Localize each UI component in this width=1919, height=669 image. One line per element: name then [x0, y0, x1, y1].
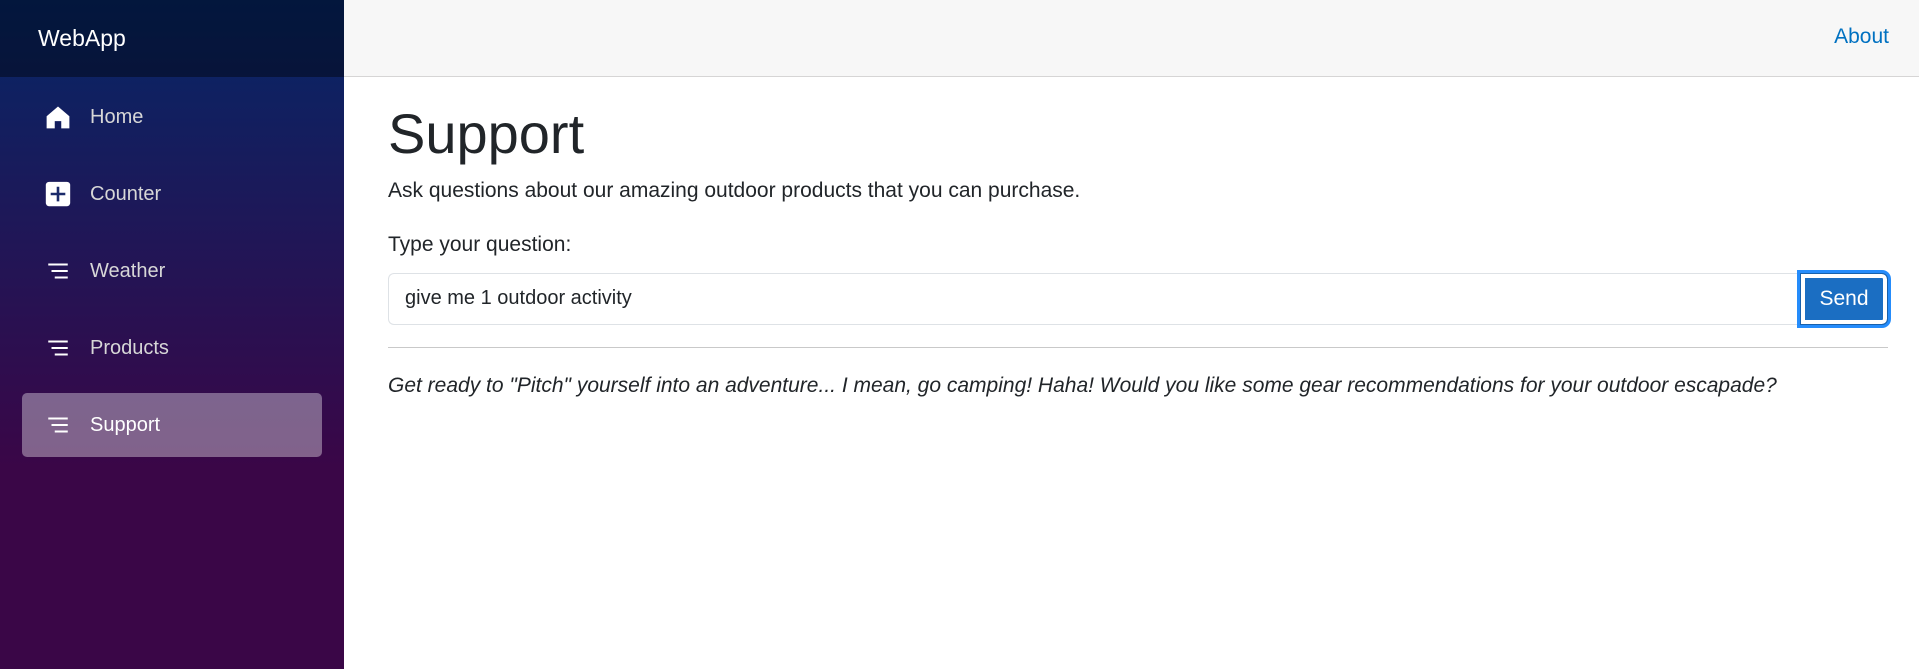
app-root: WebApp Home Counter Weather Products Sup…	[0, 0, 1919, 669]
about-link[interactable]: About	[1834, 25, 1889, 49]
list-icon	[44, 257, 72, 285]
sidebar-item-label: Support	[90, 413, 161, 436]
send-button[interactable]: Send	[1800, 272, 1888, 325]
question-label: Type your question:	[388, 232, 572, 256]
sidebar-item-products[interactable]: Products	[22, 316, 322, 380]
home-icon	[44, 103, 72, 131]
nav-menu: Home Counter Weather Products Support	[0, 77, 344, 457]
sidebar-item-support[interactable]: Support	[22, 393, 322, 457]
intro-text: Ask questions about our amazing outdoor …	[388, 178, 1081, 202]
sidebar-item-weather[interactable]: Weather	[22, 239, 322, 303]
question-input[interactable]	[388, 272, 1798, 325]
answer-text: Get ready to "Pitch" yourself into an ad…	[388, 373, 1777, 397]
main-content: Support Ask questions about our amazing …	[388, 77, 1888, 398]
question-input-group: Send	[388, 272, 1888, 325]
sidebar: WebApp Home Counter Weather Products Sup…	[0, 0, 344, 669]
list-icon	[44, 411, 72, 439]
divider	[388, 346, 1888, 348]
sidebar-item-label: Weather	[90, 259, 166, 282]
sidebar-item-label: Home	[90, 105, 144, 128]
sidebar-item-label: Products	[90, 336, 169, 359]
brand-link[interactable]: WebApp	[38, 25, 126, 52]
top-bar: About	[344, 0, 1919, 77]
sidebar-item-label: Counter	[90, 182, 162, 205]
sidebar-item-home[interactable]: Home	[22, 85, 322, 149]
page-title: Support	[388, 102, 585, 165]
sidebar-item-counter[interactable]: Counter	[22, 162, 322, 226]
brand-bar: WebApp	[0, 0, 344, 77]
list-icon	[44, 334, 72, 362]
plus-square-icon	[44, 180, 72, 208]
